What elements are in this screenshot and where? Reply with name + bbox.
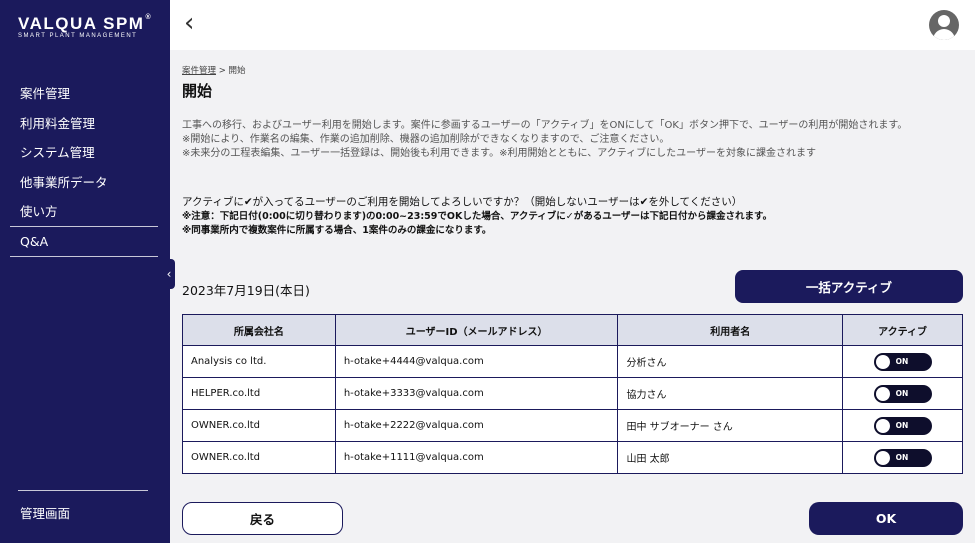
sidebar: VALQUA SPM® SMART PLANT MANAGEMENT 案件管理 … xyxy=(0,0,170,543)
valqua-spm-logo[interactable]: VALQUA SPM® SMART PLANT MANAGEMENT xyxy=(18,14,152,39)
top-header: ‹ xyxy=(170,0,975,50)
toggle-knob xyxy=(875,450,890,465)
sidebar-item-usage-fee-management[interactable]: 利用料金管理 xyxy=(10,109,158,139)
logo-registered-mark: ® xyxy=(145,14,153,21)
toggle-label: ON xyxy=(895,420,909,430)
breadcrumb-link-project-management[interactable]: 案件管理 xyxy=(182,66,216,76)
sidebar-item-system-management[interactable]: システム管理 xyxy=(10,138,158,168)
breadcrumb-current: 開始 xyxy=(228,66,246,76)
sidebar-item-qa[interactable]: Q&A xyxy=(10,227,158,257)
notice-question: アクティブに✔が入ってるユーザーのご利用を開始してよろしいですか？（開始しないユ… xyxy=(182,196,743,208)
cell-active: ON xyxy=(842,409,963,442)
cell-email: h-otake+1111@valqua.com xyxy=(334,441,619,474)
confirmation-notice: アクティブに✔が入ってるユーザーのご利用を開始してよろしいですか？（開始しないユ… xyxy=(182,195,964,238)
sidebar-divider xyxy=(18,490,148,491)
breadcrumb: 案件管理 > 開始 xyxy=(182,64,246,76)
table-row: OWNER.co.ltd h-otake+2222@valqua.com 田中 … xyxy=(182,409,963,442)
cell-user-name: 田中 サブオーナー さん xyxy=(617,409,844,442)
active-toggle[interactable]: ON xyxy=(873,384,932,403)
logo-main-text: VALQUA SPM xyxy=(18,14,145,33)
sidebar-collapse-chevron-icon[interactable]: ‹ xyxy=(163,259,175,289)
back-button[interactable]: 戻る xyxy=(182,502,343,535)
notice-billing-date: ※注意：下記日付(0:00に切り替わります)の0:00~23:59でOKした場合… xyxy=(182,211,773,222)
description-line: 工事への移行、およびユーザー利用を開始します。案件に参画するユーザーの「アクティ… xyxy=(182,120,908,131)
cell-email: h-otake+3333@valqua.com xyxy=(334,377,619,410)
avatar-body-shape xyxy=(933,29,955,40)
cell-company: OWNER.co.ltd xyxy=(182,441,336,474)
toggle-knob xyxy=(875,386,890,401)
sidebar-item-other-office-data[interactable]: 他事業所データ xyxy=(10,168,158,198)
sidebar-item-admin-screen[interactable]: 管理画面 xyxy=(20,503,70,522)
table-row: Analysis co ltd. h-otake+4444@valqua.com… xyxy=(182,345,963,378)
users-table: 所属会社名 ユーザーID（メールアドレス） 利用者名 アクティブ Analysi… xyxy=(182,314,963,474)
cell-company: HELPER.co.ltd xyxy=(182,377,336,410)
start-date-label: 2023年7月19日(本日) xyxy=(182,283,310,298)
cell-email: h-otake+4444@valqua.com xyxy=(334,345,619,378)
toggle-knob xyxy=(875,354,890,369)
active-toggle[interactable]: ON xyxy=(873,416,932,435)
ok-button[interactable]: OK xyxy=(809,502,963,535)
description-text: 工事への移行、およびユーザー利用を開始します。案件に参画するユーザーの「アクティ… xyxy=(182,119,964,161)
toggle-label: ON xyxy=(895,452,909,462)
cell-email: h-otake+2222@valqua.com xyxy=(334,409,619,442)
table-row: HELPER.co.ltd h-otake+3333@valqua.com 協力… xyxy=(182,377,963,410)
bulk-active-button[interactable]: 一括アクティブ xyxy=(735,270,963,303)
column-header-user-id: ユーザーID（メールアドレス） xyxy=(334,314,619,346)
cell-user-name: 協力さん xyxy=(617,377,844,410)
table-header-row: 所属会社名 ユーザーID（メールアドレス） 利用者名 アクティブ xyxy=(182,314,963,346)
cell-active: ON xyxy=(842,441,963,474)
column-header-active: アクティブ xyxy=(842,314,963,346)
cell-user-name: 山田 太郎 xyxy=(617,441,844,474)
table-row: OWNER.co.ltd h-otake+1111@valqua.com 山田 … xyxy=(182,441,963,474)
column-header-company: 所属会社名 xyxy=(182,314,336,346)
active-toggle[interactable]: ON xyxy=(873,352,932,371)
cell-active: ON xyxy=(842,345,963,378)
sidebar-item-how-to-use[interactable]: 使い方 xyxy=(10,197,158,227)
page-title: 開始 xyxy=(182,82,213,100)
avatar-head-shape xyxy=(938,15,950,27)
user-avatar-icon[interactable] xyxy=(929,10,959,40)
sidebar-item-project-management[interactable]: 案件管理 xyxy=(10,79,158,109)
cell-active: ON xyxy=(842,377,963,410)
description-line: ※開始により、作業名の編集、作業の追加削除、機器の追加削除ができなくなりますので… xyxy=(182,134,670,145)
toggle-label: ON xyxy=(895,388,909,398)
cell-user-name: 分析さん xyxy=(617,345,844,378)
toggle-label: ON xyxy=(895,356,909,366)
toggle-knob xyxy=(875,418,890,433)
cell-company: OWNER.co.ltd xyxy=(182,409,336,442)
logo-subtitle: SMART PLANT MANAGEMENT xyxy=(18,33,138,39)
description-line: ※未来分の工程表編集、ユーザー一括登録は、開始後も利用できます。※利用開始ととも… xyxy=(182,148,816,159)
notice-multi-project: ※同事業所内で複数案件に所属する場合、1案件のみの課金になります。 xyxy=(182,225,492,236)
column-header-user-name: 利用者名 xyxy=(617,314,844,346)
active-toggle[interactable]: ON xyxy=(873,448,932,467)
back-chevron-icon[interactable]: ‹ xyxy=(184,8,194,38)
cell-company: Analysis co ltd. xyxy=(182,345,336,378)
breadcrumb-separator: > xyxy=(216,66,229,76)
sidebar-nav: 案件管理 利用料金管理 システム管理 他事業所データ 使い方 Q&A xyxy=(10,79,158,257)
